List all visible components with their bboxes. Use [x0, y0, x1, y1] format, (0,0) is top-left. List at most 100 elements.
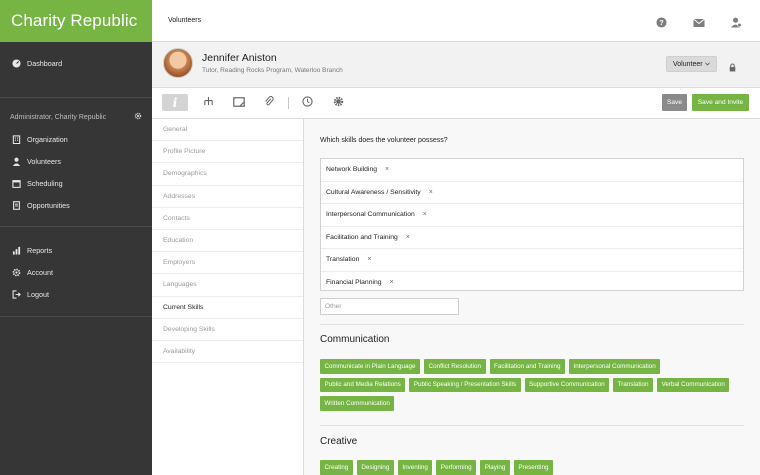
svg-text:?: ?	[659, 18, 664, 27]
role-value: Volunteer	[673, 60, 703, 68]
section-general[interactable]: General	[152, 119, 303, 142]
skill-tag[interactable]: Written Communication	[320, 396, 395, 411]
nav-logout[interactable]: Logout	[0, 283, 152, 305]
nav-dashboard[interactable]: Dashboard	[0, 52, 152, 74]
save-button[interactable]: Save	[662, 94, 687, 111]
section-education[interactable]: Education	[152, 230, 303, 253]
skill-tag[interactable]: Verbal Communication	[657, 377, 730, 392]
role-dropdown[interactable]: Volunteer	[666, 56, 717, 72]
nav-label: Dashboard	[27, 58, 63, 68]
bar-chart-icon	[12, 246, 21, 255]
selected-skill: Cultural Awareness / Sensitivity ×	[321, 182, 743, 204]
skill-tag[interactable]: Designing	[356, 460, 394, 475]
section-list: General Profile Picture Demographics Add…	[152, 119, 304, 475]
section-addresses[interactable]: Addresses	[152, 186, 303, 208]
org-selector[interactable]: Administrator, Charity Republic	[0, 106, 152, 128]
hierarchy-tab[interactable]	[200, 94, 216, 111]
nav-scheduling[interactable]: Scheduling	[0, 172, 152, 194]
divider	[288, 97, 289, 109]
section-current-skills[interactable]: Current Skills	[152, 297, 303, 319]
skill-tag[interactable]: Performing	[436, 460, 477, 475]
org-label: Administrator, Charity Republic	[10, 113, 107, 121]
chevron-down-icon	[705, 61, 710, 68]
gear-icon[interactable]	[134, 112, 142, 122]
skill-label: Financial Planning	[326, 279, 382, 287]
nav-label: Reports	[27, 245, 53, 255]
section-availability[interactable]: Availability	[152, 341, 303, 364]
skill-tag[interactable]: Inventing	[397, 460, 433, 475]
calendar-icon	[12, 179, 21, 188]
clock-icon	[301, 94, 313, 112]
section-demographics[interactable]: Demographics	[152, 163, 303, 186]
sidebar: Charity Republic Dashboard Administrator…	[0, 0, 152, 475]
attachments-tab[interactable]	[261, 94, 277, 111]
history-tab[interactable]	[299, 94, 315, 111]
nav-label: Account	[27, 267, 53, 277]
breadcrumb[interactable]: Volunteers	[168, 17, 201, 24]
help-icon[interactable]: ?	[656, 15, 667, 33]
remove-skill-icon[interactable]: ×	[429, 189, 433, 196]
nav-label: Volunteers	[27, 156, 61, 166]
app-logo[interactable]: Charity Republic	[0, 0, 152, 42]
skill-tag[interactable]: Public and Media Relations	[320, 377, 406, 392]
skill-tag[interactable]: Interpersonal Communication	[569, 359, 661, 374]
top-icons: ?	[656, 15, 742, 33]
divider	[320, 425, 744, 426]
avatar	[163, 48, 193, 78]
selected-skill: Translation ×	[321, 249, 743, 272]
skills-panel: Which skills does the volunteer possess?…	[304, 119, 760, 475]
profile-toolbar: i Save Save and Invite	[152, 88, 760, 119]
skill-tag[interactable]: Public Speaking / Presentation Skills	[409, 377, 521, 392]
remove-skill-icon[interactable]: ×	[385, 166, 389, 173]
remove-skill-icon[interactable]: ×	[406, 234, 410, 241]
hierarchy-icon	[203, 94, 214, 112]
remove-skill-icon[interactable]: ×	[423, 211, 427, 218]
skill-label: Cultural Awareness / Sensitivity	[326, 188, 421, 196]
skill-tag[interactable]: Facilitation and Training	[489, 359, 566, 374]
divider	[320, 324, 744, 325]
skill-tag[interactable]: Creating	[320, 460, 353, 475]
divider	[0, 316, 152, 317]
nav-organization[interactable]: Organization	[0, 128, 152, 150]
skill-label: Facilitation and Training	[326, 233, 398, 241]
nav-account[interactable]: Account	[0, 261, 152, 283]
skill-tag[interactable]: Conflict Resolution	[424, 359, 486, 374]
section-languages[interactable]: Languages	[152, 274, 303, 297]
section-profile-picture[interactable]: Profile Picture	[152, 141, 303, 164]
section-developing-skills[interactable]: Developing Skills	[152, 319, 303, 341]
gear-icon	[12, 268, 21, 277]
category-title: Creative	[320, 436, 358, 447]
settings-tab[interactable]	[330, 94, 346, 111]
user-settings-icon[interactable]	[731, 15, 742, 33]
other-skill-input[interactable]	[320, 298, 459, 315]
note-icon	[233, 94, 245, 112]
notes-tab[interactable]	[231, 94, 247, 111]
document-icon	[12, 200, 21, 210]
nav-volunteers[interactable]: Volunteers	[0, 150, 152, 172]
nav-label: Opportunities	[27, 200, 70, 210]
mail-icon[interactable]	[693, 15, 705, 33]
section-employers[interactable]: Employers	[152, 252, 303, 275]
profile-header: Jennifer Aniston Tutor, Reading Rocks Pr…	[152, 42, 760, 88]
skill-tag[interactable]: Communicate in Plain Language	[320, 359, 421, 374]
tag-group-communication: Communicate in Plain Language Conflict R…	[320, 359, 740, 411]
skill-tag[interactable]: Supportive Communication	[524, 377, 610, 392]
skill-label: Translation	[326, 256, 360, 264]
selected-skill: Interpersonal Communication ×	[321, 204, 743, 227]
skill-tag[interactable]: Playing	[480, 460, 510, 475]
skill-tag[interactable]: Translation	[613, 377, 654, 392]
remove-skill-icon[interactable]: ×	[390, 279, 394, 286]
section-contacts[interactable]: Contacts	[152, 208, 303, 230]
save-and-invite-button[interactable]: Save and Invite	[692, 94, 749, 111]
skill-tag[interactable]: Presenting	[513, 460, 553, 475]
building-icon	[12, 134, 21, 144]
info-icon: i	[172, 95, 178, 110]
lock-icon[interactable]	[729, 59, 736, 77]
info-tab[interactable]: i	[162, 94, 188, 111]
nav-label: Logout	[27, 289, 49, 299]
remove-skill-icon[interactable]: ×	[367, 256, 371, 263]
selected-skills-list: Network Building × Cultural Awareness / …	[320, 158, 744, 291]
nav-reports[interactable]: Reports	[0, 239, 152, 261]
skill-label: Interpersonal Communication	[326, 211, 415, 219]
nav-opportunities[interactable]: Opportunities	[0, 194, 152, 216]
